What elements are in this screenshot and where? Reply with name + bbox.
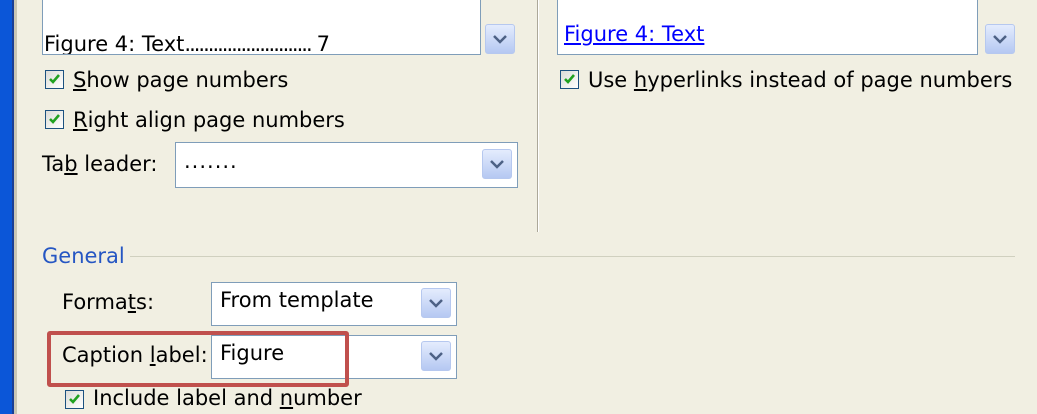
checkmark-icon (49, 74, 60, 84)
tab-leader-dropdown-button[interactable] (482, 149, 512, 179)
accelerator-key: b (64, 152, 78, 176)
label-part: s: (136, 290, 155, 314)
label-part: leader: (77, 152, 158, 176)
web-preview-scroll-button[interactable] (985, 24, 1015, 54)
chevron-down-icon (429, 352, 443, 361)
accelerator-key: t (127, 290, 137, 314)
preview-entry-leader: ........................... (184, 32, 312, 55)
chevron-down-icon (429, 299, 443, 308)
show-page-numbers-checkbox[interactable] (45, 70, 64, 89)
tab-leader-select[interactable]: ....... (175, 142, 518, 188)
formats-dropdown-button[interactable] (421, 288, 451, 318)
print-preview-box: Figure 4: Text..........................… (42, 0, 481, 55)
general-group-title: General (42, 244, 125, 268)
label-part: Use (588, 68, 634, 92)
preview-entry: Figure 4: Text..........................… (44, 32, 330, 55)
print-preview-scroll-button[interactable] (485, 24, 515, 54)
label-part: Ta (42, 152, 65, 176)
use-hyperlinks-label[interactable]: Use hyperlinks instead of page numbers (588, 68, 1012, 92)
include-label-label[interactable]: Include label and number (93, 386, 362, 410)
general-group-divider (130, 256, 1015, 257)
accelerator-key: S (73, 68, 87, 92)
chevron-down-icon (493, 35, 507, 44)
use-hyperlinks-checkbox[interactable] (560, 70, 579, 89)
label-part: Forma (62, 290, 128, 314)
highlight-annotation (47, 331, 349, 387)
right-align-checkbox[interactable] (45, 110, 64, 129)
label-part: ight align page numbers (87, 108, 345, 132)
accelerator-key: h (633, 68, 648, 92)
window-frame (0, 0, 14, 414)
chevron-down-icon (993, 35, 1007, 44)
include-label-checkbox[interactable] (65, 390, 84, 409)
accelerator-key: R (73, 108, 88, 132)
checkmark-icon (69, 394, 80, 404)
accelerator-key: n (279, 386, 294, 410)
label-part: umber (293, 386, 362, 410)
checkmark-icon (49, 114, 60, 124)
label-part: Include label and (93, 386, 280, 410)
label-part: how page numbers (86, 68, 289, 92)
formats-label: Formats: (62, 290, 154, 314)
checkmark-icon (564, 74, 575, 84)
preview-entry-label: Figure 4: Text (44, 32, 185, 55)
show-page-numbers-label[interactable]: Show page numbers (73, 68, 288, 92)
right-align-label[interactable]: Right align page numbers (73, 108, 345, 132)
tab-leader-label: Tab leader: (42, 152, 157, 176)
chevron-down-icon (490, 160, 504, 169)
column-separator (537, 0, 539, 232)
formats-select[interactable]: From template (211, 282, 457, 326)
web-preview-link[interactable]: Figure 4: Text (564, 22, 704, 46)
web-preview-box: Figure 4: Text (557, 0, 978, 55)
label-part: yperlinks instead of page numbers (647, 68, 1013, 92)
formats-value: From template (220, 288, 374, 312)
tab-leader-value: ....... (184, 149, 238, 173)
caption-label-dropdown-button[interactable] (421, 341, 451, 371)
preview-entry-page: 7 (316, 32, 330, 55)
